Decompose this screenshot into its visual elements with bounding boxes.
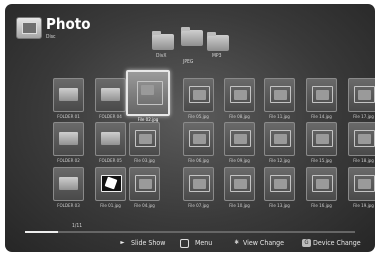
photo-icon — [137, 81, 163, 105]
photo-tile[interactable] — [264, 122, 295, 156]
photo-icon — [230, 86, 251, 103]
photo-app-icon — [16, 17, 42, 39]
photo-icon — [230, 175, 251, 192]
photo-icon — [354, 130, 375, 147]
tile-label: File 15.jpg — [311, 159, 332, 164]
folder-mp3-label: MP3 — [212, 53, 222, 59]
progress-fill — [25, 231, 58, 233]
progress-track — [25, 231, 355, 233]
folder-icon — [101, 130, 120, 145]
photo-tile[interactable] — [183, 78, 214, 112]
photo-browser-screen: Photo Disc DivX JPEG MP3 FOLDER 01 FOLDER… — [5, 4, 375, 252]
tile-label: File 03.jpg — [134, 159, 155, 164]
page-title: Photo — [46, 15, 91, 33]
photo-icon — [312, 86, 333, 103]
g-key-icon: G — [302, 239, 311, 247]
photo-tile[interactable] — [348, 167, 375, 201]
menu-icon — [180, 239, 189, 248]
photo-tile[interactable] — [348, 78, 375, 112]
tile-label: File 18.jpg — [353, 159, 374, 164]
photo-icon — [135, 175, 156, 192]
photo-icon — [135, 130, 156, 147]
page-indicator: 1/11 — [72, 223, 83, 229]
photo-icon — [270, 175, 291, 192]
folder-jpeg-icon[interactable] — [181, 27, 203, 46]
folder-tile[interactable] — [95, 78, 126, 112]
tile-label: File 06.jpg — [188, 159, 209, 164]
photo-tile[interactable] — [224, 78, 255, 112]
photo-tile[interactable] — [306, 78, 337, 112]
tile-label: File 17.jpg — [353, 115, 374, 120]
play-icon: ► — [120, 239, 125, 246]
folder-icon — [59, 130, 78, 145]
folder-tile[interactable] — [53, 78, 84, 112]
source-label: Disc — [46, 34, 56, 40]
photo-tile[interactable] — [306, 167, 337, 201]
tile-label: File 05.jpg — [188, 115, 209, 120]
tile-label: FOLDER 03 — [57, 204, 80, 209]
photo-tile[interactable] — [306, 122, 337, 156]
folder-divx-icon[interactable] — [152, 31, 174, 50]
tile-label: File 08.jpg — [229, 115, 250, 120]
photo-icon — [189, 130, 210, 147]
photo-icon — [189, 175, 210, 192]
photo-tile[interactable] — [126, 70, 170, 116]
view-change-button[interactable]: View Change — [243, 239, 284, 247]
folder-divx-label: DivX — [156, 53, 167, 59]
photo-icon — [270, 130, 291, 147]
tile-label: FOLDER 04 — [99, 115, 122, 120]
folder-icon — [101, 86, 120, 101]
photo-tile[interactable] — [183, 167, 214, 201]
photo-tile[interactable] — [264, 78, 295, 112]
photo-tile[interactable] — [129, 122, 160, 156]
photo-tile[interactable] — [348, 122, 375, 156]
tile-label: File 14.jpg — [311, 115, 332, 120]
photo-tile[interactable] — [264, 167, 295, 201]
slide-show-button[interactable]: Slide Show — [131, 239, 165, 247]
photo-icon — [230, 130, 251, 147]
photo-icon — [270, 86, 291, 103]
folder-mp3-icon[interactable] — [207, 32, 229, 51]
tile-label: File 13.jpg — [269, 204, 290, 209]
tile-label: File 11.jpg — [269, 115, 290, 120]
tile-label: File 09.jpg — [229, 159, 250, 164]
tile-label: File 10.jpg — [229, 204, 250, 209]
folder-jpeg-label: JPEG — [183, 59, 194, 65]
tile-label: File 16.jpg — [311, 204, 332, 209]
folder-icon — [59, 175, 78, 190]
photo-tile[interactable] — [129, 167, 160, 201]
folder-icon — [59, 86, 78, 101]
photo-tile[interactable] — [224, 122, 255, 156]
photo-icon — [189, 86, 210, 103]
photo-tile[interactable] — [224, 167, 255, 201]
photo-icon — [354, 175, 375, 192]
tile-label: File 12.jpg — [269, 159, 290, 164]
tile-label: FOLDER 01 — [57, 115, 80, 120]
folder-tile[interactable] — [53, 167, 84, 201]
photo-tile[interactable] — [183, 122, 214, 156]
tile-label: File 19.jpg — [353, 204, 374, 209]
menu-button[interactable]: Menu — [195, 239, 212, 247]
device-change-button[interactable]: Device Change — [313, 239, 361, 247]
photo-icon — [312, 175, 333, 192]
folder-tile[interactable] — [95, 122, 126, 156]
photo-icon — [312, 130, 333, 147]
tile-label: FOLDER 02 — [57, 159, 80, 164]
folder-tile[interactable] — [53, 122, 84, 156]
tile-label: File 07.jpg — [188, 204, 209, 209]
tile-label: File 04.jpg — [134, 204, 155, 209]
photo-icon — [101, 175, 122, 192]
asterisk-key-icon: ✱ — [234, 239, 239, 246]
photo-icon — [354, 86, 375, 103]
photo-tile[interactable] — [95, 167, 126, 201]
